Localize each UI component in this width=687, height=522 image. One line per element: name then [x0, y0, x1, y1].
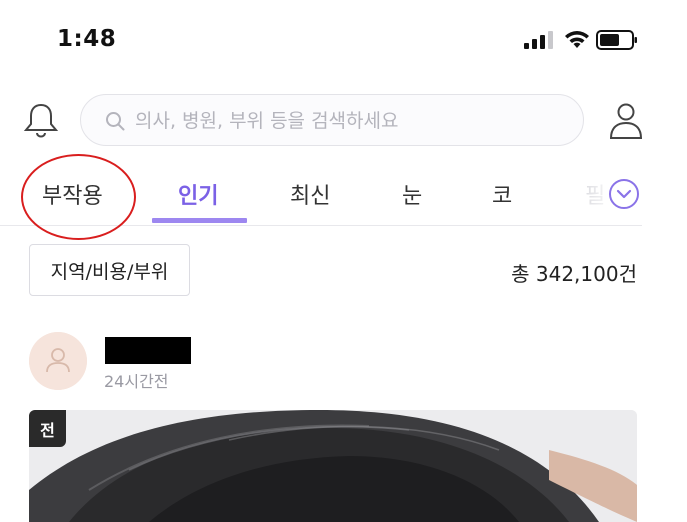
- wifi-icon: [565, 31, 589, 48]
- tab-latest[interactable]: 최신: [290, 178, 330, 210]
- battery-icon: [596, 30, 637, 50]
- post-timestamp: 24시간전: [104, 372, 169, 391]
- cellular-signal-icon: [524, 31, 553, 49]
- hair-photo-illustration: [29, 410, 637, 522]
- annotation-circle: [21, 154, 136, 240]
- tab-eyes[interactable]: 눈: [402, 178, 422, 210]
- notification-bell-icon[interactable]: [22, 101, 60, 139]
- total-count: 총 342,100건: [511, 262, 637, 286]
- search-icon: [106, 112, 125, 131]
- tab-nose[interactable]: 코: [492, 178, 512, 210]
- before-badge: 전: [29, 410, 66, 447]
- region-cost-part-filter-button[interactable]: 지역/비용/부위: [29, 244, 190, 296]
- search-input[interactable]: [133, 105, 567, 137]
- profile-icon[interactable]: [606, 101, 646, 141]
- post-image[interactable]: [29, 410, 637, 522]
- search-bar[interactable]: [80, 94, 584, 146]
- chevron-down-icon[interactable]: [608, 178, 640, 210]
- status-time: 1:48: [57, 26, 117, 52]
- active-tab-indicator: [152, 218, 247, 223]
- tab-popular[interactable]: 인기: [178, 178, 218, 210]
- redacted-username: [105, 337, 191, 364]
- avatar[interactable]: [29, 332, 87, 390]
